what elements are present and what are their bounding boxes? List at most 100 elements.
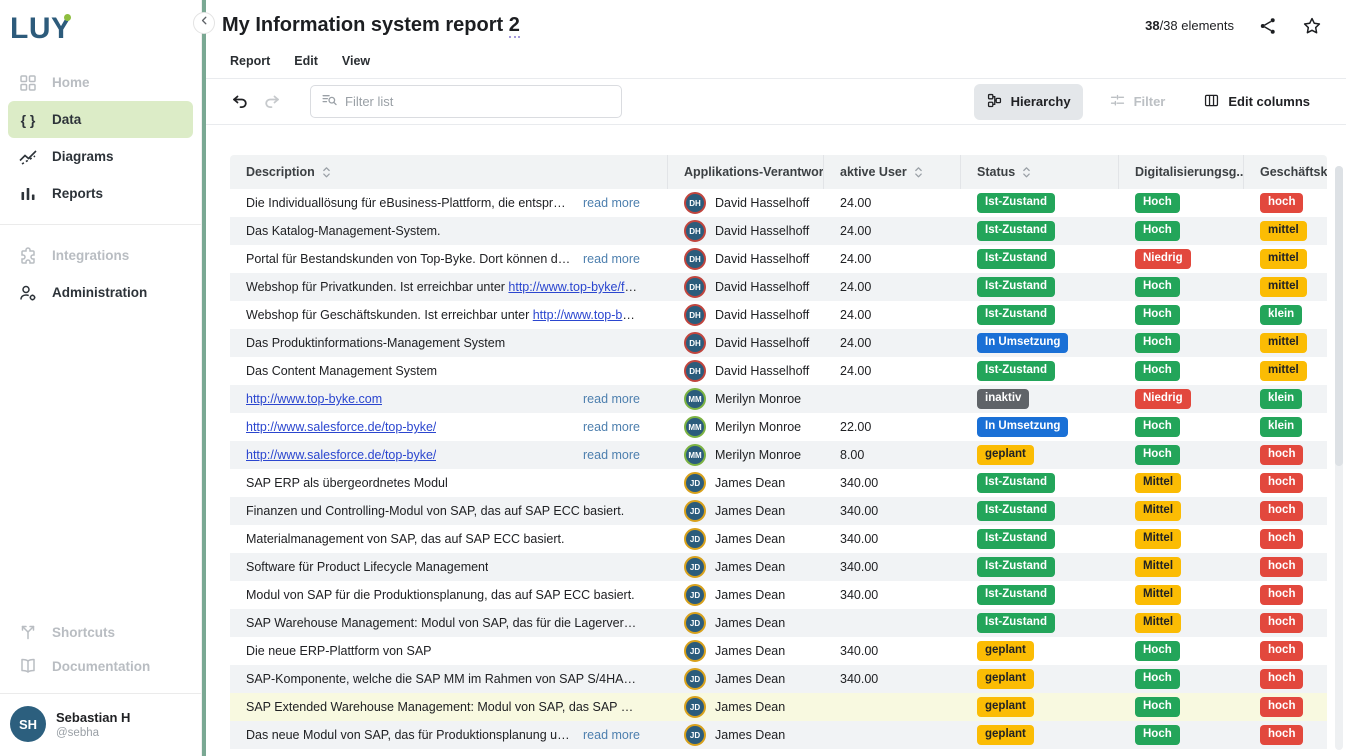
cell-description: Das Katalog-Management-System. [230, 217, 668, 245]
status-badge: hoch [1260, 725, 1303, 745]
cell-criticality: hoch [1244, 721, 1327, 749]
edit-columns-button[interactable]: Edit columns [1191, 84, 1322, 120]
read-more-link[interactable]: read more [583, 196, 640, 210]
share-icon[interactable] [1258, 16, 1278, 36]
description-link[interactable]: http://www.top-byke/for-you/ [508, 280, 640, 294]
cell-owner: MMMerilyn Monroe [668, 413, 824, 441]
page-header: My Information system report 2 38/38 ele… [206, 0, 1346, 79]
cell-status: Ist-Zustand [961, 357, 1119, 385]
status-badge: Ist-Zustand [977, 193, 1055, 213]
owner-name: James Dean [715, 728, 785, 742]
table-row[interactable]: http://www.salesforce.de/top-byke/read m… [230, 441, 1327, 469]
avatar: SH [10, 706, 46, 742]
column-header-description[interactable]: Description [230, 155, 668, 189]
sidebar-item-diagrams[interactable]: Diagrams [8, 138, 193, 175]
table-row[interactable]: Das Produktinformations-Management Syste… [230, 329, 1327, 357]
vertical-scrollbar[interactable] [1335, 166, 1343, 750]
cell-criticality: mittel [1244, 357, 1327, 385]
cell-active-user: 340.00 [824, 553, 961, 581]
cell-digitalization: Niedrig [1119, 385, 1244, 413]
avatar: DH [684, 360, 706, 382]
owner-name: James Dean [715, 532, 785, 546]
table-row[interactable]: Das neue Modul von SAP, das für Produkti… [230, 721, 1327, 749]
sidebar-item-reports[interactable]: Reports [8, 175, 193, 212]
filter-list-input[interactable] [345, 94, 611, 109]
table-row[interactable]: Die neue ERP-Plattform von SAPJDJames De… [230, 637, 1327, 665]
column-header-5[interactable]: Geschäftskritik [1244, 155, 1327, 189]
sidebar-section-divider [0, 224, 201, 225]
owner-name: James Dean [715, 476, 785, 490]
favorite-star-icon[interactable] [1302, 16, 1322, 36]
column-header-2[interactable]: aktive User [824, 155, 961, 189]
sort-icon [322, 166, 331, 179]
description-link[interactable]: http://www.top-byke.com [246, 392, 382, 406]
hierarchy-button[interactable]: Hierarchy [974, 84, 1083, 120]
status-badge: In Umsetzung [977, 333, 1068, 353]
status-badge: hoch [1260, 501, 1303, 521]
table-row[interactable]: Das Content Management SystemDHDavid Has… [230, 357, 1327, 385]
cell-status: Ist-Zustand [961, 497, 1119, 525]
table-row[interactable]: Finanzen und Controlling-Modul von SAP, … [230, 497, 1327, 525]
table-row[interactable]: Materialmanagement von SAP, das auf SAP … [230, 525, 1327, 553]
menu-item-view[interactable]: View [342, 54, 370, 68]
description-text: Portal für Bestandskunden von Top-Byke. … [246, 252, 571, 266]
table-row[interactable]: Portal für Bestandskunden von Top-Byke. … [230, 245, 1327, 273]
filter-button[interactable]: Filter [1097, 84, 1178, 120]
table-row[interactable]: Webshop für Geschäftskunden. Ist erreich… [230, 301, 1327, 329]
table-row[interactable]: http://www.top-byke.comread moreMMMerily… [230, 385, 1327, 413]
scrollbar-thumb[interactable] [1335, 166, 1343, 466]
sidebar-item-home[interactable]: Home [8, 64, 193, 101]
description-link[interactable]: http://www.salesforce.de/top-byke/ [246, 420, 436, 434]
sidebar-item-shortcuts[interactable]: Shortcuts [8, 615, 193, 649]
read-more-link[interactable]: read more [583, 392, 640, 406]
status-badge: Mittel [1135, 501, 1181, 521]
column-header-label: Applikations-Verantwort... [684, 165, 824, 179]
cell-status: geplant [961, 693, 1119, 721]
sidebar-item-integrations[interactable]: Integrations [8, 237, 193, 274]
column-header-4[interactable]: Digitalisierungsg... [1119, 155, 1244, 189]
table-row[interactable]: SAP Extended Warehouse Management: Modul… [230, 693, 1327, 721]
table-row[interactable]: Software für Product Lifecycle Managemen… [230, 553, 1327, 581]
menu-item-edit[interactable]: Edit [294, 54, 318, 68]
description-link[interactable]: http://www.salesforce.de/top-byke/ [246, 448, 436, 462]
sidebar-item-documentation[interactable]: Documentation [8, 649, 193, 683]
avatar: DH [684, 276, 706, 298]
sidebar-item-administration[interactable]: Administration [8, 274, 193, 311]
cell-criticality: mittel [1244, 329, 1327, 357]
undo-button[interactable] [230, 92, 250, 112]
menu-item-report[interactable]: Report [230, 54, 270, 68]
user-card[interactable]: SH Sebastian H @sebha [0, 693, 201, 756]
cell-status: geplant [961, 637, 1119, 665]
table-row[interactable]: http://www.salesforce.de/top-byke/read m… [230, 413, 1327, 441]
column-header-1[interactable]: Applikations-Verantwort... [668, 155, 824, 189]
sidebar-item-label: Shortcuts [52, 625, 115, 640]
sidebar: LUY Home{ }DataDiagramsReports Integratio… [0, 0, 202, 756]
table-row[interactable]: Das Katalog-Management-System.DHDavid Ha… [230, 217, 1327, 245]
filter-list-field[interactable] [310, 85, 622, 118]
table-row[interactable]: Modul von SAP für die Produktionsplanung… [230, 581, 1327, 609]
description-link[interactable]: http://www.top-byke/business/ [533, 308, 640, 322]
table-row[interactable]: SAP Warehouse Management: Modul von SAP,… [230, 609, 1327, 637]
column-header-label: Status [977, 165, 1015, 179]
read-more-link[interactable]: read more [583, 420, 640, 434]
table-row[interactable]: Webshop für Privatkunden. Ist erreichbar… [230, 273, 1327, 301]
luy-logo[interactable]: LUY [0, 0, 201, 56]
status-badge: hoch [1260, 557, 1303, 577]
read-more-link[interactable]: read more [583, 728, 640, 742]
cell-digitalization: Hoch [1119, 329, 1244, 357]
collapse-sidebar-button[interactable] [193, 12, 215, 34]
sidebar-item-data[interactable]: { }Data [8, 101, 193, 138]
redo-button[interactable] [262, 92, 282, 112]
read-more-link[interactable]: read more [583, 252, 640, 266]
column-header-3[interactable]: Status [961, 155, 1119, 189]
status-badge: Hoch [1135, 221, 1180, 241]
sidebar-resize-divider[interactable] [202, 0, 206, 756]
table-row[interactable]: SAP-Komponente, welche die SAP MM im Rah… [230, 665, 1327, 693]
table-row[interactable]: SAP ERP als übergeordnetes ModulJDJames … [230, 469, 1327, 497]
cell-description: Webshop für Privatkunden. Ist erreichbar… [230, 273, 668, 301]
table-row[interactable]: Die Individuallösung für eBusiness-Platt… [230, 189, 1327, 217]
cell-active-user: 24.00 [824, 357, 961, 385]
cell-active-user [824, 385, 961, 413]
cell-description: Finanzen und Controlling-Modul von SAP, … [230, 497, 668, 525]
read-more-link[interactable]: read more [583, 448, 640, 462]
